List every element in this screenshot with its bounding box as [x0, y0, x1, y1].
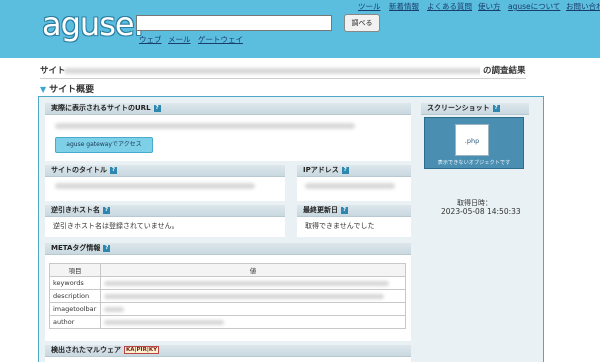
nav-tools[interactable]: ツール [358, 1, 381, 12]
malware-header: 検出されたマルウェア KA|PIR|KY [45, 345, 411, 357]
last-modified-box: 最終更新日? 取得できませんでした [297, 205, 411, 237]
search-input[interactable] [136, 15, 332, 31]
screenshot-header: スクリーンショット? [421, 103, 529, 115]
malware-box: 検出されたマルウェア KA|PIR|KY [45, 345, 411, 363]
result-heading: サイト の調査結果 [40, 64, 526, 79]
meta-col-item: 項目 [49, 263, 101, 277]
table-row: description [49, 289, 406, 303]
result-suffix: の調査結果 [480, 64, 526, 76]
redacted-value [104, 306, 124, 312]
meta-key: keywords [49, 276, 101, 290]
sub-link-gateway[interactable]: ゲートウェイ [198, 34, 243, 45]
last-modified-header: 最終更新日? [297, 205, 411, 217]
reverse-host-box: 逆引きホスト名? 逆引きホスト名は登録されていません。 [45, 205, 285, 237]
meta-key: author [49, 315, 101, 329]
nav-about[interactable]: aguseについて [508, 1, 560, 12]
nav-news[interactable]: 新着情報 [389, 1, 419, 12]
help-icon[interactable]: ? [341, 166, 349, 174]
ip-address-box: IPアドレス? [297, 165, 411, 201]
sub-link-web[interactable]: ウェブ [139, 34, 162, 45]
redacted-value [104, 293, 384, 299]
help-icon[interactable]: ? [110, 166, 117, 174]
nav-contact[interactable]: お問い合わせ [566, 1, 600, 12]
capture-date-value: 2023-05-08 14:50:33 [441, 207, 521, 216]
redacted-site-title [55, 183, 255, 189]
meta-table: 項目 値 keywords description imagetoolbar a… [49, 263, 406, 329]
php-file-icon: .php [455, 124, 489, 156]
table-row: author [49, 315, 406, 329]
header-bar: aguse. 調べる ウェブ メール ゲートウェイ ツール 新着情報 よくある質… [0, 0, 600, 58]
section-title: ▼ サイト概要 [40, 85, 95, 95]
nav-howto[interactable]: 使い方 [478, 1, 501, 12]
gateway-access-button[interactable]: aguse gatewayでアクセス [55, 137, 153, 153]
meta-key: imagetoolbar [49, 302, 101, 316]
result-prefix: サイト [40, 66, 66, 76]
displayed-url-box: 実際に表示されるサイトのURL? aguse gatewayでアクセス [45, 103, 411, 161]
kaspersky-logo: KA|PIR|KY [124, 346, 160, 354]
sub-link-mail[interactable]: メール [168, 34, 191, 45]
help-icon[interactable]: ? [103, 206, 110, 214]
help-icon[interactable]: ? [492, 104, 500, 112]
redacted-displayed-url [55, 123, 355, 129]
redacted-ip [305, 183, 395, 189]
site-title-header: サイトのタイトル? [45, 165, 285, 177]
table-row: keywords [49, 276, 406, 290]
screenshot-thumbnail[interactable]: .php 表示できないオブジェクトです [424, 117, 524, 169]
meta-col-value: 値 [100, 263, 406, 277]
redacted-url [64, 68, 516, 74]
screenshot-caption: 表示できないオブジェクトです [437, 160, 511, 166]
reverse-host-value: 逆引きホスト名は登録されていません。 [53, 222, 179, 230]
help-icon[interactable]: ? [153, 104, 161, 112]
redacted-value [104, 280, 389, 286]
overview-panel: 実際に表示されるサイトのURL? aguse gatewayでアクセス サイトの… [38, 96, 544, 363]
meta-key: description [49, 289, 101, 303]
table-row: imagetoolbar [49, 302, 406, 316]
nav-faq[interactable]: よくある質問 [427, 1, 472, 12]
aguse-logo[interactable]: aguse. [42, 4, 144, 44]
redacted-value [104, 319, 224, 325]
last-modified-value: 取得できませんでした [305, 222, 375, 230]
site-title-box: サイトのタイトル? [45, 165, 285, 201]
help-icon[interactable]: ? [103, 244, 111, 252]
triangle-down-icon[interactable]: ▼ [40, 85, 46, 94]
displayed-url-header: 実際に表示されるサイトのURL? [45, 103, 411, 115]
help-icon[interactable]: ? [341, 206, 348, 214]
meta-info-header: METAタグ情報? [45, 243, 411, 255]
reverse-host-header: 逆引きホスト名? [45, 205, 285, 217]
search-button[interactable]: 調べる [344, 14, 380, 32]
ip-address-header: IPアドレス? [297, 165, 411, 177]
